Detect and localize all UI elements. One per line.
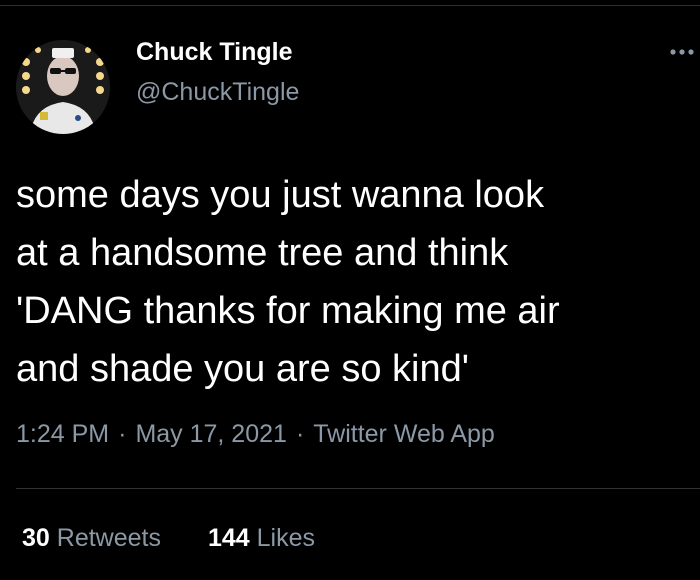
display-name[interactable]: Chuck Tingle [136,38,293,67]
avatar[interactable] [16,40,110,134]
tweet-date[interactable]: May 17, 2021 [135,420,287,449]
separator: · [118,420,127,448]
retweets-stat[interactable]: 30 Retweets [22,524,161,553]
tweet-text-line: and shade you are so kind' [16,348,470,390]
retweets-count: 30 [22,524,50,552]
tweet-time[interactable]: 1:24 PM [16,420,109,449]
more-dots-graphic [670,49,694,55]
divider [16,488,700,489]
tweet-text-line: at a handsome tree and think [16,232,509,274]
likes-label: Likes [256,524,315,552]
more-horizontal-icon[interactable] [665,40,699,64]
top-border [0,5,700,6]
separator: · [295,420,305,448]
tweet-text: some days you just wanna look at a hands… [16,166,692,398]
tweet-source[interactable]: Twitter Web App [313,420,495,449]
engagement-stats: 30 Retweets 144 Likes [22,524,355,553]
tweet-text-line: 'DANG thanks for making me air [16,290,560,332]
likes-count: 144 [207,524,250,552]
avatar-image [16,40,110,134]
tweet-text-line: some days you just wanna look [16,174,545,216]
user-handle[interactable]: @ChuckTingle [136,78,299,107]
likes-stat[interactable]: 144 Likes [208,524,315,553]
tweet-metadata: 1:24 PM · May 17, 2021 · Twitter Web App [16,420,495,449]
retweets-label: Retweets [56,524,161,552]
